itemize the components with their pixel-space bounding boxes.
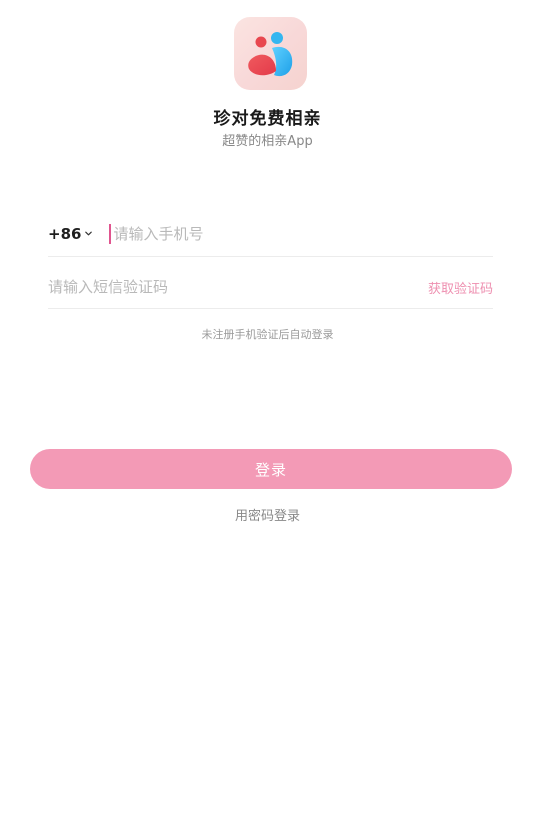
auto-register-note: 未注册手机验证后自动登录: [201, 328, 334, 341]
phone-field-row: +86: [48, 212, 493, 257]
get-code-button[interactable]: 获取验证码: [428, 278, 493, 297]
password-login-link[interactable]: 用密码登录: [0, 505, 535, 524]
country-code-label: +86: [48, 225, 82, 243]
couple-logo-icon: [248, 32, 293, 77]
chevron-down-icon: [85, 231, 93, 235]
app-name: 珍对免费相亲: [213, 109, 322, 129]
sms-code-input[interactable]: [48, 278, 348, 296]
app-tagline: 超赞的相亲App: [222, 134, 313, 149]
phone-number-input[interactable]: [113, 225, 444, 243]
country-code-selector[interactable]: +86: [48, 225, 93, 243]
sms-code-row: 获取验证码: [48, 266, 493, 309]
login-button-label: 登录: [254, 460, 287, 479]
app-logo-icon: [234, 17, 307, 90]
login-button[interactable]: 登录: [30, 449, 512, 489]
text-cursor: [109, 224, 112, 244]
